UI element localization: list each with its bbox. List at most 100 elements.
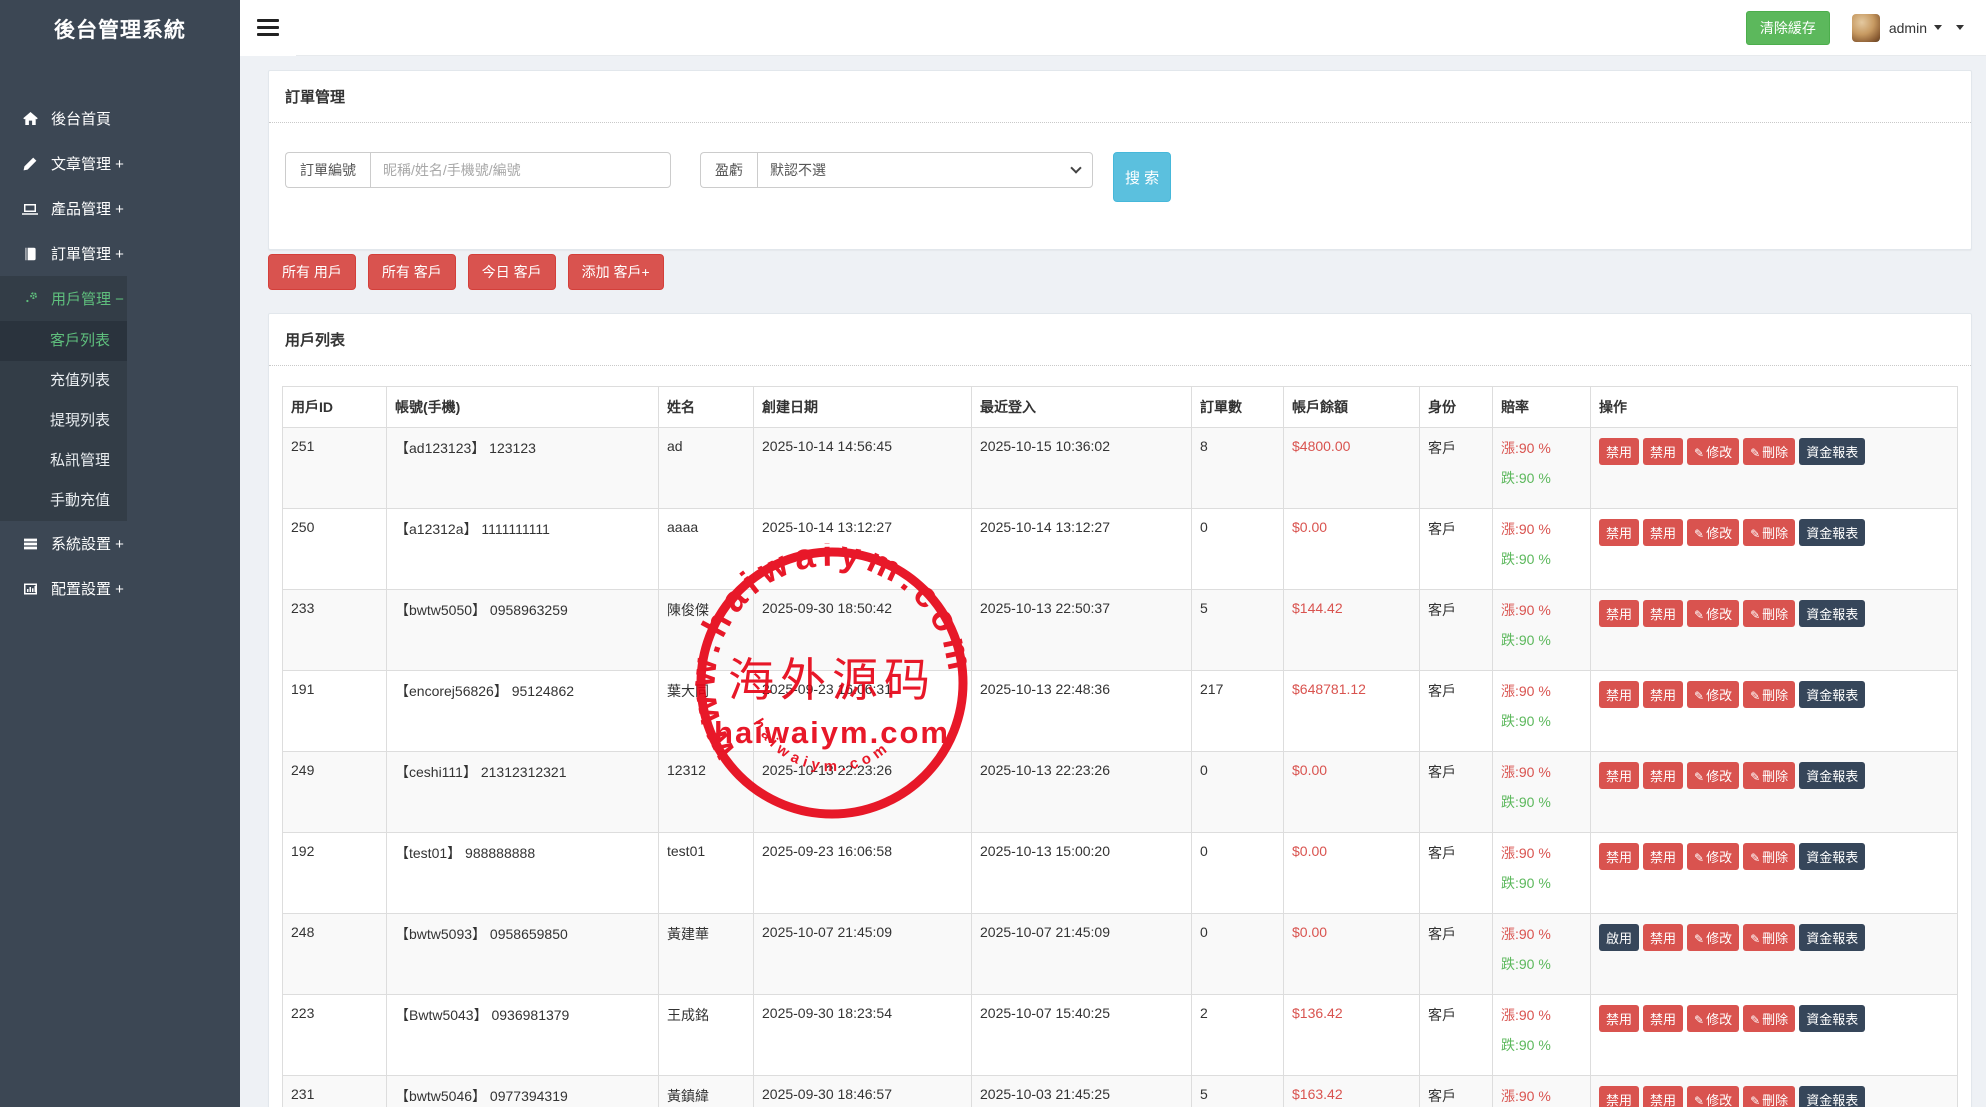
edit-button[interactable]: ✎修改 — [1687, 924, 1739, 951]
caret-down-icon[interactable] — [1934, 25, 1942, 30]
disable-button[interactable]: 禁用 — [1643, 438, 1683, 465]
disable-button[interactable]: 禁用 — [1599, 1086, 1639, 1107]
odds-up: 漲:90 % — [1501, 681, 1582, 701]
role-cell: 客戶 — [1420, 752, 1493, 833]
user-id-cell: 192 — [283, 833, 387, 914]
edit-button[interactable]: ✎修改 — [1687, 681, 1739, 708]
action-button-label: 刪除 — [1762, 688, 1788, 703]
disable-button[interactable]: 禁用 — [1599, 519, 1639, 546]
sidebar-item-users[interactable]: 用戶管理 − — [0, 276, 240, 321]
edit-button[interactable]: ✎修改 — [1687, 1005, 1739, 1032]
fund-report-button[interactable]: 資金報表 — [1799, 438, 1865, 465]
all-users-button[interactable]: 所有 用戶 — [268, 254, 356, 290]
sidebar-subitem-manual-recharge[interactable]: 手動充值 — [0, 481, 240, 521]
disable-button[interactable]: 禁用 — [1599, 843, 1639, 870]
edit-button[interactable]: ✎修改 — [1687, 438, 1739, 465]
fund-report-button[interactable]: 資金報表 — [1799, 519, 1865, 546]
sidebar-subitem-message-manage[interactable]: 私訊管理 — [0, 441, 240, 481]
disable-button[interactable]: 禁用 — [1643, 519, 1683, 546]
action-button-label: 禁用 — [1606, 526, 1632, 541]
sidebar-subitem-customer-list[interactable]: 客戶列表 — [0, 321, 240, 361]
pencil-icon: ✎ — [1694, 1094, 1704, 1107]
delete-button[interactable]: ✎刪除 — [1743, 1005, 1795, 1032]
fund-report-button[interactable]: 資金報表 — [1799, 762, 1865, 789]
disable-button[interactable]: 禁用 — [1599, 1005, 1639, 1032]
order-count-cell: 2 — [1192, 995, 1284, 1076]
edit-button[interactable]: ✎修改 — [1687, 762, 1739, 789]
search-button[interactable]: 搜 索 — [1113, 152, 1171, 202]
sidebar-subitem-withdraw-list[interactable]: 提現列表 — [0, 401, 240, 441]
sidebar: 後台管理系統 後台首頁文章管理 +產品管理 +訂單管理 +用戶管理 −客戶列表充… — [0, 0, 240, 1107]
sidebar-subitem-recharge-list[interactable]: 充值列表 — [0, 361, 240, 401]
action-button-label: 禁用 — [1606, 1012, 1632, 1027]
odds-cell: 漲:90 %跌:90 % — [1493, 509, 1591, 590]
created-date-cell: 2025-09-23 16:06:31 — [754, 671, 972, 752]
edit-button[interactable]: ✎修改 — [1687, 519, 1739, 546]
fund-report-button[interactable]: 資金報表 — [1799, 843, 1865, 870]
edit-button[interactable]: ✎修改 — [1687, 1086, 1739, 1107]
order-count-cell: 217 — [1192, 671, 1284, 752]
action-button-label: 禁用 — [1606, 607, 1632, 622]
delete-button[interactable]: ✎刪除 — [1743, 519, 1795, 546]
action-button-label: 禁用 — [1650, 688, 1676, 703]
fund-report-button[interactable]: 資金報表 — [1799, 681, 1865, 708]
table-header-row: 用戶ID帳號(手機)姓名創建日期最近登入訂單數帳戶餘額身份賠率操作 — [283, 387, 1958, 428]
disable-button[interactable]: 禁用 — [1643, 681, 1683, 708]
odds-down: 跌:90 % — [1501, 549, 1582, 569]
sidebar-item-articles[interactable]: 文章管理 + — [0, 141, 240, 186]
delete-button[interactable]: ✎刪除 — [1743, 924, 1795, 951]
user-id-cell: 223 — [283, 995, 387, 1076]
hamburger-menu-button[interactable] — [240, 0, 296, 56]
disable-button[interactable]: 禁用 — [1599, 438, 1639, 465]
delete-button[interactable]: ✎刪除 — [1743, 600, 1795, 627]
user-id-cell: 251 — [283, 428, 387, 509]
disable-button[interactable]: 禁用 — [1643, 1005, 1683, 1032]
profit-label: 盈虧 — [700, 152, 757, 188]
disable-button[interactable]: 禁用 — [1643, 600, 1683, 627]
fund-report-button[interactable]: 資金報表 — [1799, 600, 1865, 627]
fund-report-button[interactable]: 資金報表 — [1799, 1005, 1865, 1032]
sidebar-item-config[interactable]: 配置設置 + — [0, 566, 240, 611]
avatar[interactable] — [1852, 14, 1880, 42]
action-button-label: 修改 — [1706, 850, 1732, 865]
fund-report-button[interactable]: 資金報表 — [1799, 924, 1865, 951]
sidebar-item-label: 配置設置 + — [51, 578, 124, 599]
clear-cache-button[interactable]: 清除緩存 — [1746, 11, 1830, 45]
all-customers-button[interactable]: 所有 客戶 — [368, 254, 456, 290]
caret-down-icon[interactable] — [1956, 25, 1964, 30]
fund-report-button[interactable]: 資金報表 — [1799, 1086, 1865, 1107]
delete-button[interactable]: ✎刪除 — [1743, 681, 1795, 708]
gears-icon — [21, 291, 39, 307]
delete-button[interactable]: ✎刪除 — [1743, 1086, 1795, 1107]
edit-button[interactable]: ✎修改 — [1687, 843, 1739, 870]
today-customers-button[interactable]: 今日 客戶 — [468, 254, 556, 290]
enable-button[interactable]: 啟用 — [1599, 924, 1639, 951]
disable-button[interactable]: 禁用 — [1643, 843, 1683, 870]
disable-button[interactable]: 禁用 — [1643, 1086, 1683, 1107]
odds-down: 跌:90 % — [1501, 468, 1582, 488]
action-button-label: 刪除 — [1762, 1012, 1788, 1027]
odds-up: 漲:90 % — [1501, 1086, 1582, 1106]
add-customer-button[interactable]: 添加 客戶+ — [568, 254, 664, 290]
delete-button[interactable]: ✎刪除 — [1743, 762, 1795, 789]
delete-button[interactable]: ✎刪除 — [1743, 438, 1795, 465]
pencil-icon: ✎ — [1694, 851, 1704, 865]
sidebar-item-products[interactable]: 產品管理 + — [0, 186, 240, 231]
sidebar-item-orders[interactable]: 訂單管理 + — [0, 231, 240, 276]
user-id-cell: 231 — [283, 1076, 387, 1107]
sidebar-item-system[interactable]: 系統設置 + — [0, 521, 240, 566]
disable-button[interactable]: 禁用 — [1643, 762, 1683, 789]
delete-button[interactable]: ✎刪除 — [1743, 843, 1795, 870]
disable-button[interactable]: 禁用 — [1599, 762, 1639, 789]
name-cell: aaaa — [659, 509, 754, 590]
disable-button[interactable]: 禁用 — [1599, 681, 1639, 708]
order-count-cell: 5 — [1192, 1076, 1284, 1107]
name-cell: 葉大同 — [659, 671, 754, 752]
disable-button[interactable]: 禁用 — [1643, 924, 1683, 951]
edit-button[interactable]: ✎修改 — [1687, 600, 1739, 627]
search-input[interactable] — [370, 152, 671, 188]
last-login-cell: 2025-10-13 22:48:36 — [972, 671, 1192, 752]
disable-button[interactable]: 禁用 — [1599, 600, 1639, 627]
sidebar-item-home[interactable]: 後台首頁 — [0, 96, 240, 141]
profit-select[interactable]: 默認不選 — [757, 152, 1093, 188]
